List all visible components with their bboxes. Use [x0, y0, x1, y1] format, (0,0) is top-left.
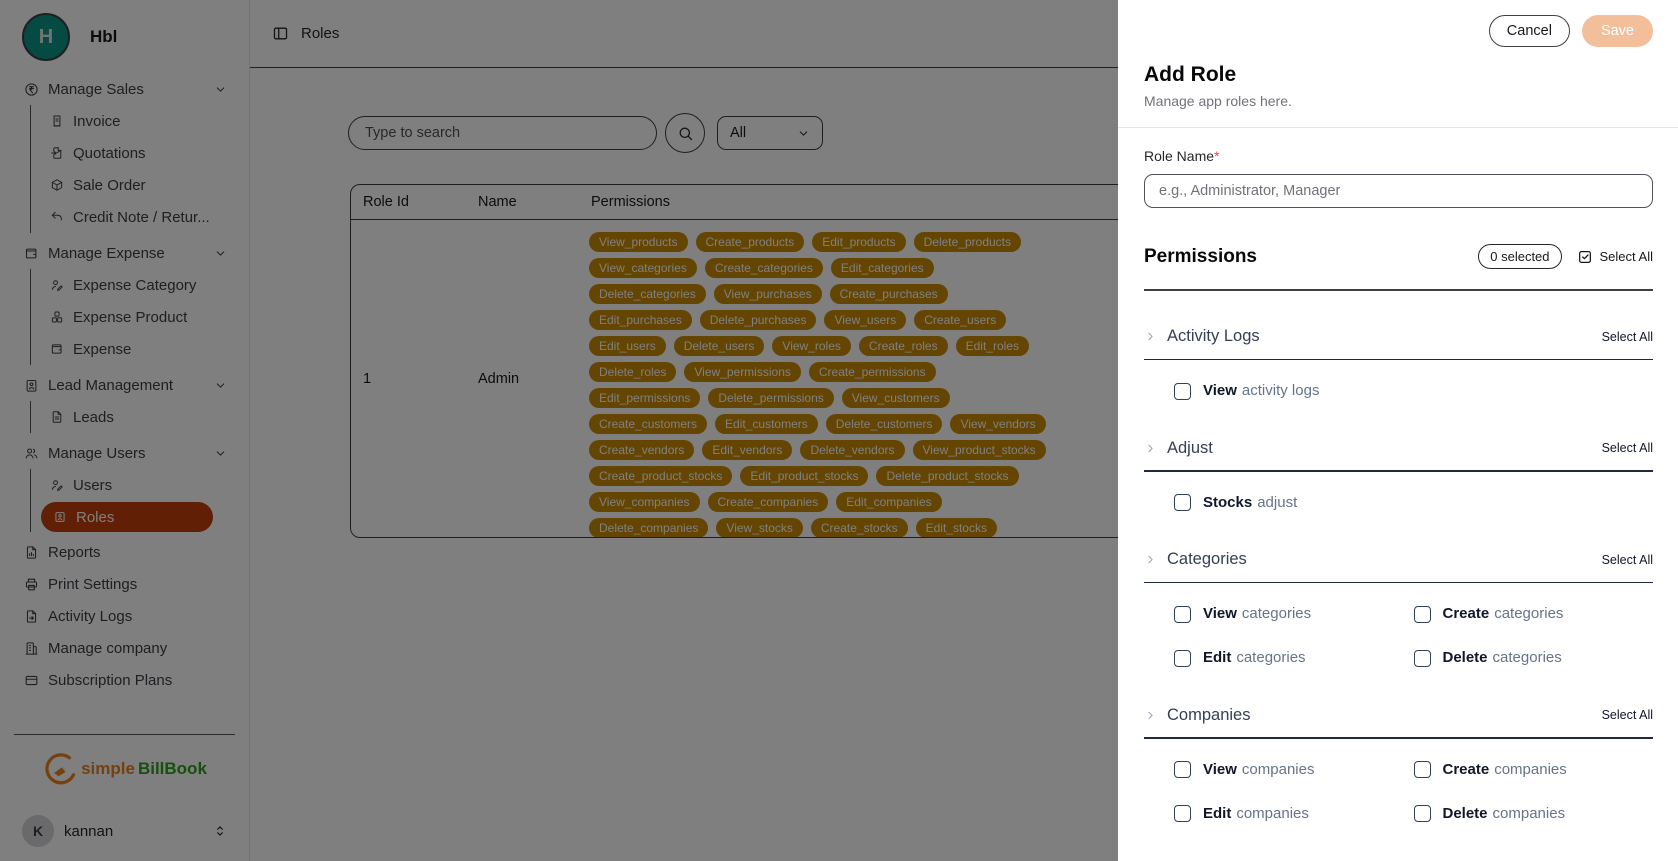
permission-section-companies: CompaniesSelect AllViewcompaniesCreateco… [1144, 695, 1653, 825]
required-asterisk: * [1214, 148, 1219, 164]
permission-item: Delete categories [1414, 647, 1654, 669]
section-select-all[interactable]: Select All [1602, 708, 1653, 722]
role-name-label: Role Name* [1144, 148, 1653, 164]
checkbox[interactable] [1174, 761, 1191, 778]
checkbox[interactable] [1414, 650, 1431, 667]
permission-object: companies [1242, 761, 1315, 778]
section-items: ViewcategoriesCreatecategoriesEditcatego… [1174, 603, 1653, 669]
permissions-header: Permissions 0 selected Select All [1144, 244, 1653, 269]
permission-object: companies [1493, 805, 1566, 822]
chevron-right-icon[interactable] [1144, 330, 1157, 343]
add-role-drawer: Cancel Save Add Role Manage app roles he… [1118, 0, 1678, 861]
checkbox[interactable] [1414, 606, 1431, 623]
permission-object: activity logs [1242, 382, 1320, 399]
section-header: Adjust Select All [1144, 428, 1653, 468]
drawer-divider [1118, 127, 1678, 128]
permission-object: categories [1242, 605, 1311, 622]
permission-action: Stocks [1203, 494, 1252, 511]
permission-object: adjust [1257, 494, 1297, 511]
section-select-all[interactable]: Select All [1602, 441, 1653, 455]
section-select-all[interactable]: Select All [1602, 553, 1653, 567]
chevron-right-icon[interactable] [1144, 442, 1157, 455]
checkbox[interactable] [1174, 805, 1191, 822]
section-title: Activity Logs [1167, 327, 1592, 346]
permission-item-label: Createcategories [1443, 605, 1564, 623]
permission-item: Delete companies [1414, 803, 1654, 825]
save-button[interactable]: Save [1582, 15, 1653, 47]
permission-action: View [1203, 761, 1237, 778]
permission-item-label: Delete companies [1443, 805, 1566, 823]
section-divider [1144, 737, 1653, 739]
section-items: Stocks adjust [1174, 492, 1653, 514]
section-header: Activity Logs Select All [1144, 317, 1653, 357]
section-divider [1144, 359, 1653, 361]
section-divider [1144, 582, 1653, 584]
permission-item: Edit companies [1174, 803, 1414, 825]
permission-item-label: Edit companies [1203, 805, 1309, 823]
permission-object: categories [1494, 605, 1563, 622]
section-header: Companies Select All [1144, 695, 1653, 735]
square-check-icon [1577, 249, 1593, 265]
permissions-title: Permissions [1144, 246, 1478, 268]
section-title: Adjust [1167, 439, 1592, 458]
permission-action: Delete [1443, 805, 1488, 822]
permission-item: Edit categories [1174, 647, 1414, 669]
checkbox[interactable] [1414, 761, 1431, 778]
permission-item-label: Createcompanies [1443, 761, 1567, 779]
permission-section-categories: CategoriesSelect AllViewcategoriesCreate… [1144, 540, 1653, 670]
permission-action: Edit [1203, 805, 1231, 822]
chevron-right-icon[interactable] [1144, 553, 1157, 566]
chevron-right-icon[interactable] [1144, 709, 1157, 722]
cancel-button[interactable]: Cancel [1489, 15, 1570, 47]
permission-item-label: Delete categories [1443, 649, 1562, 667]
drawer-actions: Cancel Save [1144, 15, 1653, 47]
permission-item-label: View activity logs [1203, 382, 1319, 400]
permission-item: Createcategories [1414, 603, 1654, 625]
role-name-input[interactable] [1144, 174, 1653, 208]
permission-item: View categories [1174, 603, 1414, 625]
section-items: View activity logs [1174, 380, 1653, 402]
permission-action: Create [1443, 605, 1490, 622]
checkbox[interactable] [1174, 494, 1191, 511]
permission-item-label: View categories [1203, 605, 1311, 623]
select-all-toggle[interactable]: Select All [1577, 249, 1653, 265]
section-items: ViewcompaniesCreatecompaniesEditcompanie… [1174, 759, 1653, 825]
section-title: Companies [1167, 706, 1592, 725]
permission-item-label: Stocks adjust [1203, 494, 1297, 512]
checkbox[interactable] [1174, 650, 1191, 667]
permission-sections: Activity Logs Select All View activity logs… [1144, 317, 1653, 825]
permissions-divider [1144, 289, 1653, 291]
checkbox[interactable] [1174, 383, 1191, 400]
drawer-title: Add Role [1144, 63, 1653, 87]
permission-item: Stocks adjust [1174, 492, 1414, 514]
permission-item-label: Edit categories [1203, 649, 1306, 667]
drawer-subtitle: Manage app roles here. [1144, 93, 1653, 109]
section-divider [1144, 470, 1653, 472]
selected-count-badge: 0 selected [1478, 244, 1561, 269]
permission-section-adjust: Adjust Select All Stocks adjust [1144, 428, 1653, 514]
permission-object: categories [1493, 649, 1562, 666]
permission-object: companies [1494, 761, 1567, 778]
permission-action: Create [1443, 761, 1490, 778]
checkbox[interactable] [1174, 606, 1191, 623]
permission-item-label: View companies [1203, 761, 1314, 779]
permission-item: View companies [1174, 759, 1414, 781]
permission-action: Edit [1203, 649, 1231, 666]
permission-action: Delete [1443, 649, 1488, 666]
section-select-all[interactable]: Select All [1602, 330, 1653, 344]
permission-section-activity-logs: Activity Logs Select All View activity logs [1144, 317, 1653, 403]
permission-item: Createcompanies [1414, 759, 1654, 781]
checkbox[interactable] [1414, 805, 1431, 822]
app-root: H Hbl Manage SalesInvoiceQuotationsSale … [0, 0, 1678, 861]
section-title: Categories [1167, 550, 1592, 569]
permission-action: View [1203, 382, 1237, 399]
permission-item: View activity logs [1174, 380, 1414, 402]
permission-object: categories [1236, 649, 1305, 666]
permission-action: View [1203, 605, 1237, 622]
permission-object: companies [1236, 805, 1309, 822]
section-header: Categories Select All [1144, 540, 1653, 580]
